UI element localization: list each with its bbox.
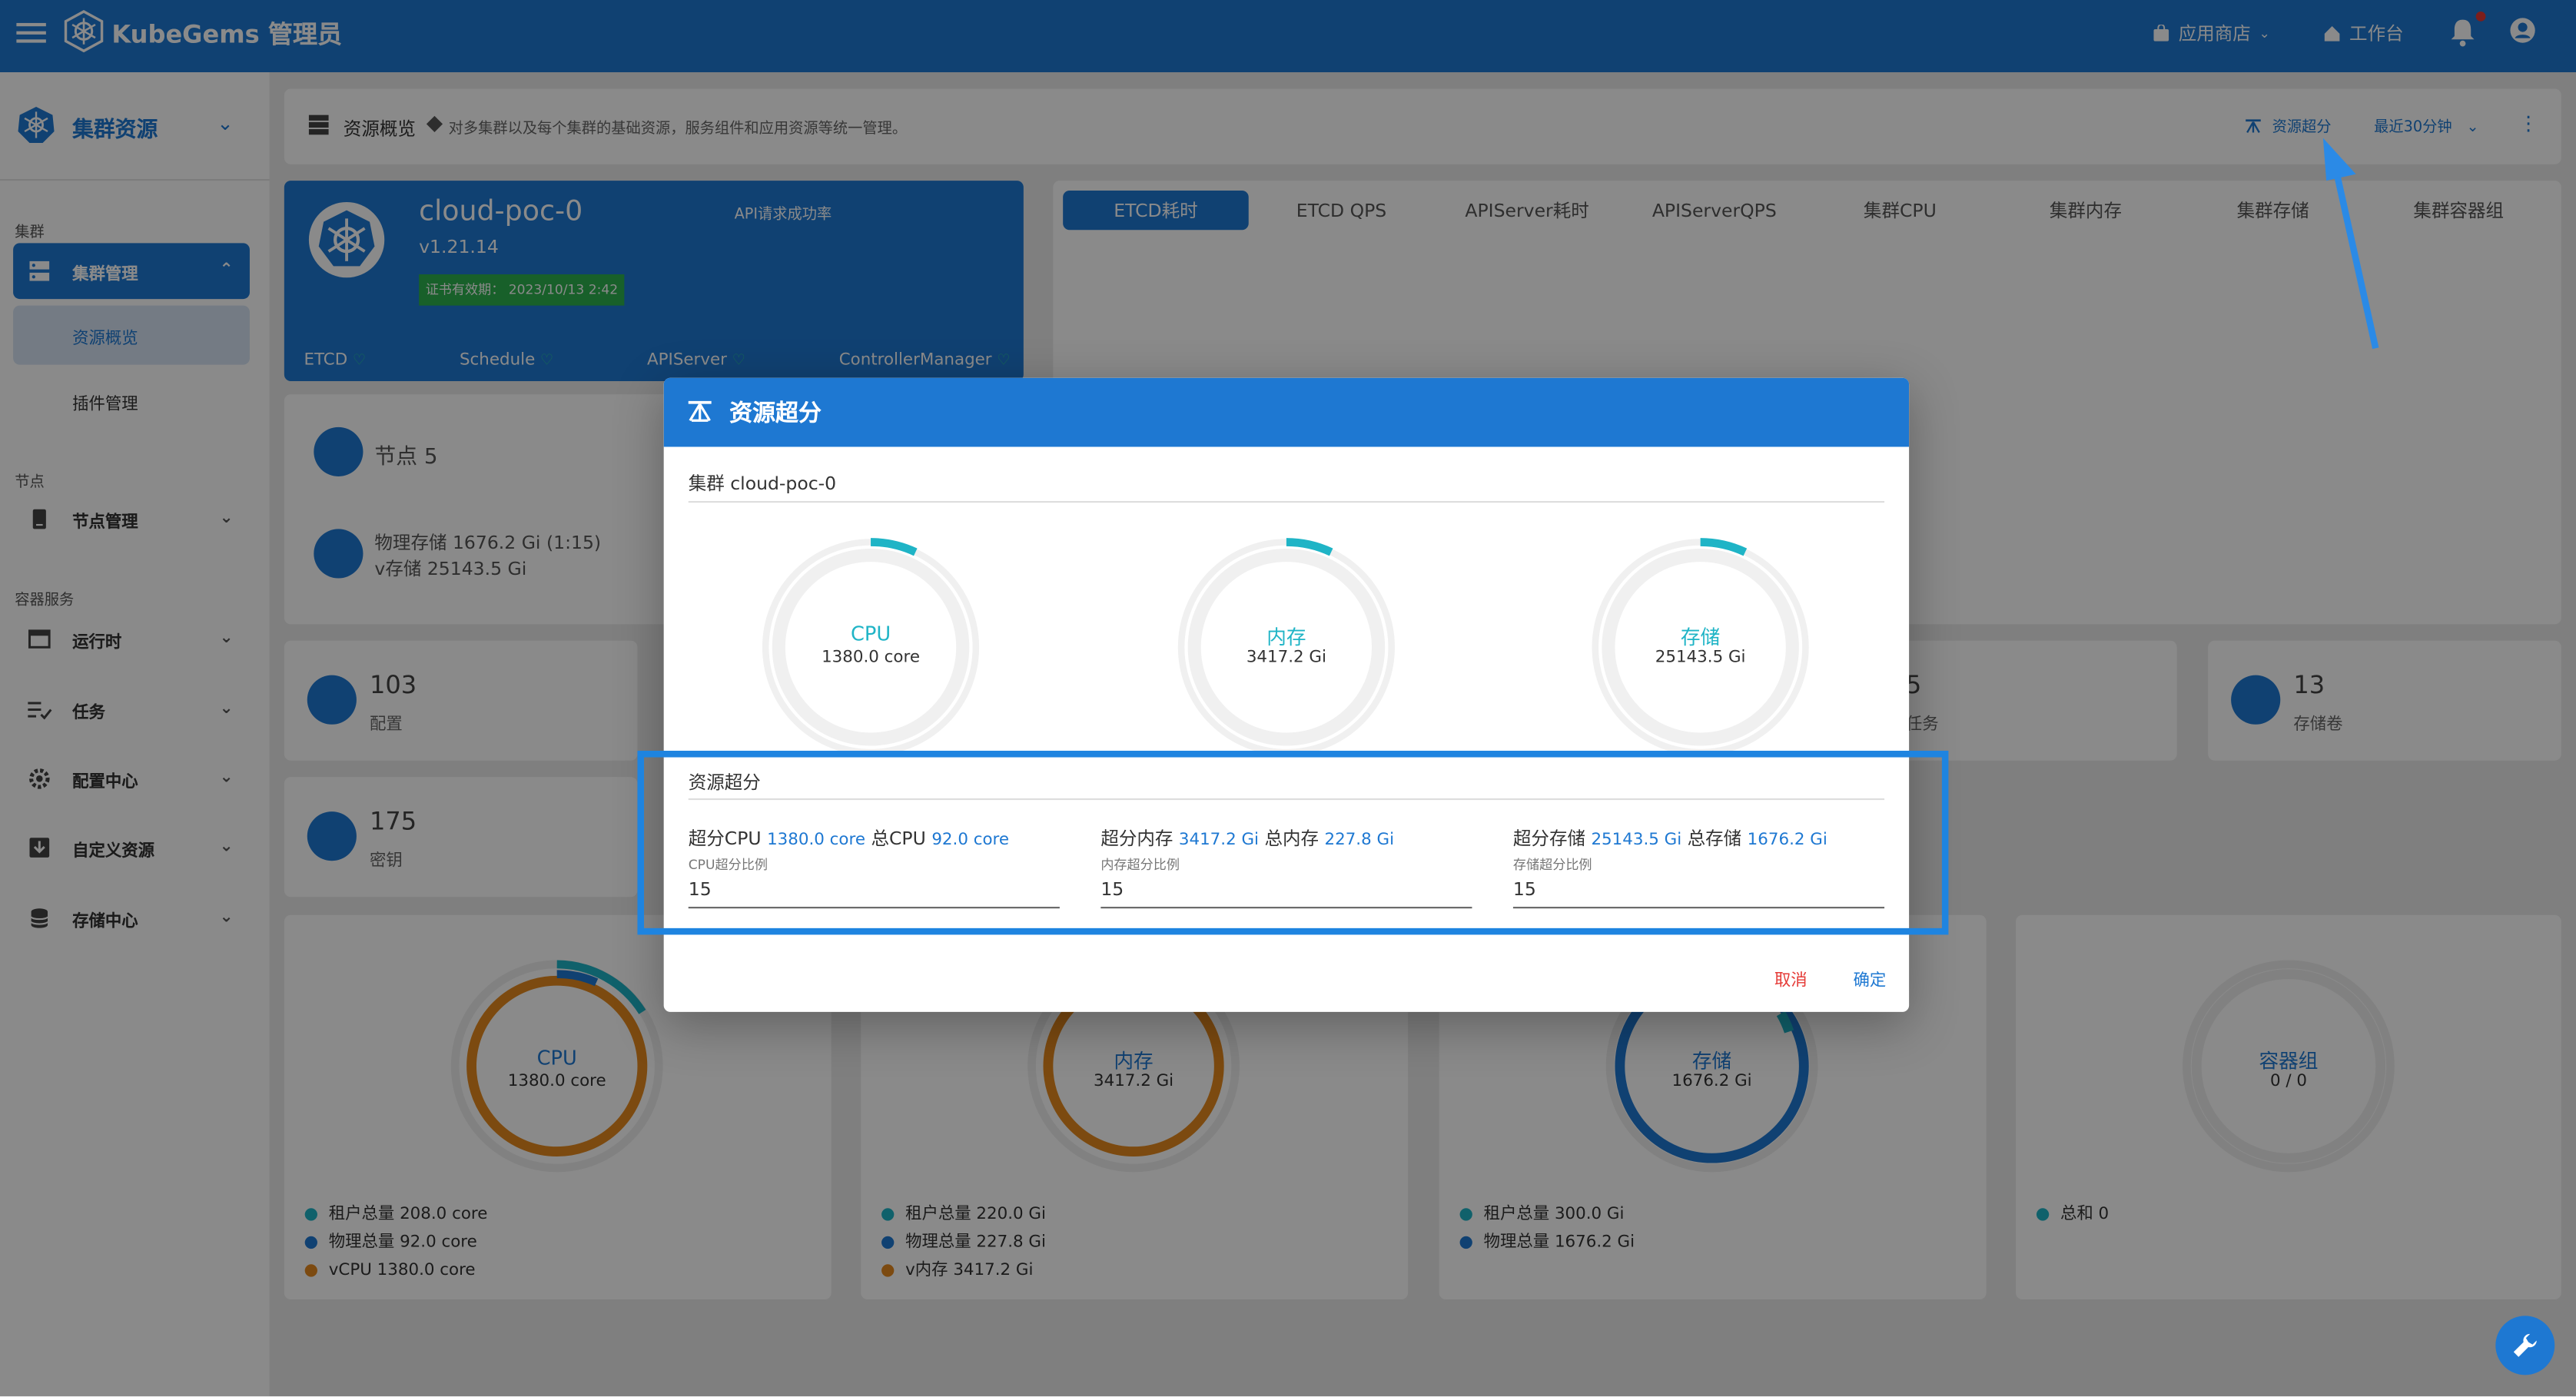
wrench-icon xyxy=(2513,1333,2537,1357)
storage-gauge-label: 存储 xyxy=(1680,625,1721,649)
confirm-button[interactable]: 确定 xyxy=(1853,966,1886,991)
overcommit-icon xyxy=(688,400,712,422)
dialog-actions: 取消 确定 xyxy=(1774,966,1886,991)
storage-gauge-value: 25143.5 Gi xyxy=(1655,649,1746,667)
memory-gauge-label: 内存 xyxy=(1266,625,1306,649)
memory-gauge-value: 3417.2 Gi xyxy=(1246,649,1326,667)
divider xyxy=(688,501,1885,503)
annotation-arrow xyxy=(2322,138,2379,350)
cpu-gauge-ring xyxy=(762,538,980,756)
storage-gauge: 存储 25143.5 Gi xyxy=(1588,536,1812,759)
dialog-title: 资源超分 xyxy=(729,400,822,427)
cpu-gauge-value: 1380.0 core xyxy=(822,649,921,667)
cancel-button[interactable]: 取消 xyxy=(1774,966,1808,991)
highlight-box xyxy=(637,750,1949,935)
tools-fab-button[interactable] xyxy=(2495,1316,2555,1375)
memory-gauge: 内存 3417.2 Gi xyxy=(1175,536,1399,759)
cpu-gauge-label: CPU xyxy=(850,622,891,646)
dialog-cluster-name: 集群 cloud-poc-0 xyxy=(688,473,837,495)
dialog-header: 资源超分 xyxy=(663,377,1910,447)
cpu-gauge: CPU 1380.0 core xyxy=(759,536,983,759)
